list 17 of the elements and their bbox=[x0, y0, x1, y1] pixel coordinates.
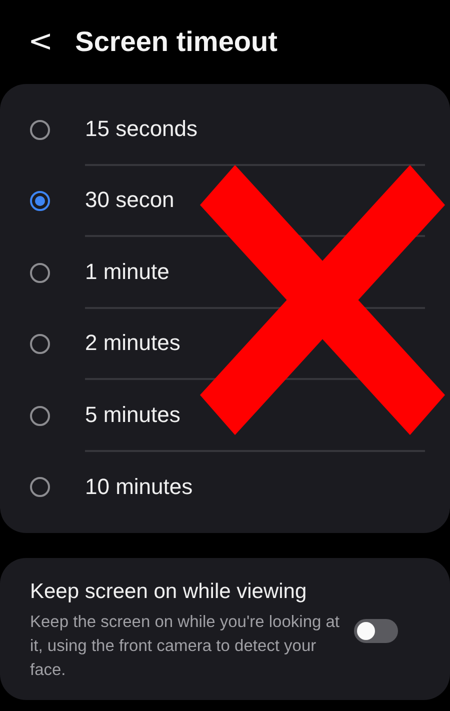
radio-button[interactable] bbox=[30, 334, 50, 354]
setting-title: Keep screen on while viewing bbox=[30, 580, 308, 604]
radio-button[interactable] bbox=[30, 406, 50, 426]
back-button[interactable]: < bbox=[28, 27, 54, 57]
radio-button[interactable] bbox=[30, 191, 50, 212]
radio-button[interactable] bbox=[30, 262, 50, 283]
option-label[interactable]: 15 seconds bbox=[85, 116, 198, 142]
setting-description: Keep the screen on while you're looking at it, using the front camera to detect your face. bbox=[30, 612, 340, 681]
radio-button[interactable] bbox=[30, 477, 50, 498]
option-label[interactable]: 5 minutes bbox=[85, 402, 180, 428]
option-label[interactable]: 2 minutes bbox=[85, 330, 180, 356]
toggle-switch[interactable] bbox=[354, 619, 398, 643]
option-label[interactable]: 1 minute bbox=[85, 258, 170, 285]
page-title: Screen timeout bbox=[75, 26, 278, 58]
option-label[interactable]: 30 secon bbox=[85, 187, 174, 214]
radio-button[interactable] bbox=[30, 120, 50, 140]
option-label[interactable]: 10 minutes bbox=[85, 474, 193, 500]
